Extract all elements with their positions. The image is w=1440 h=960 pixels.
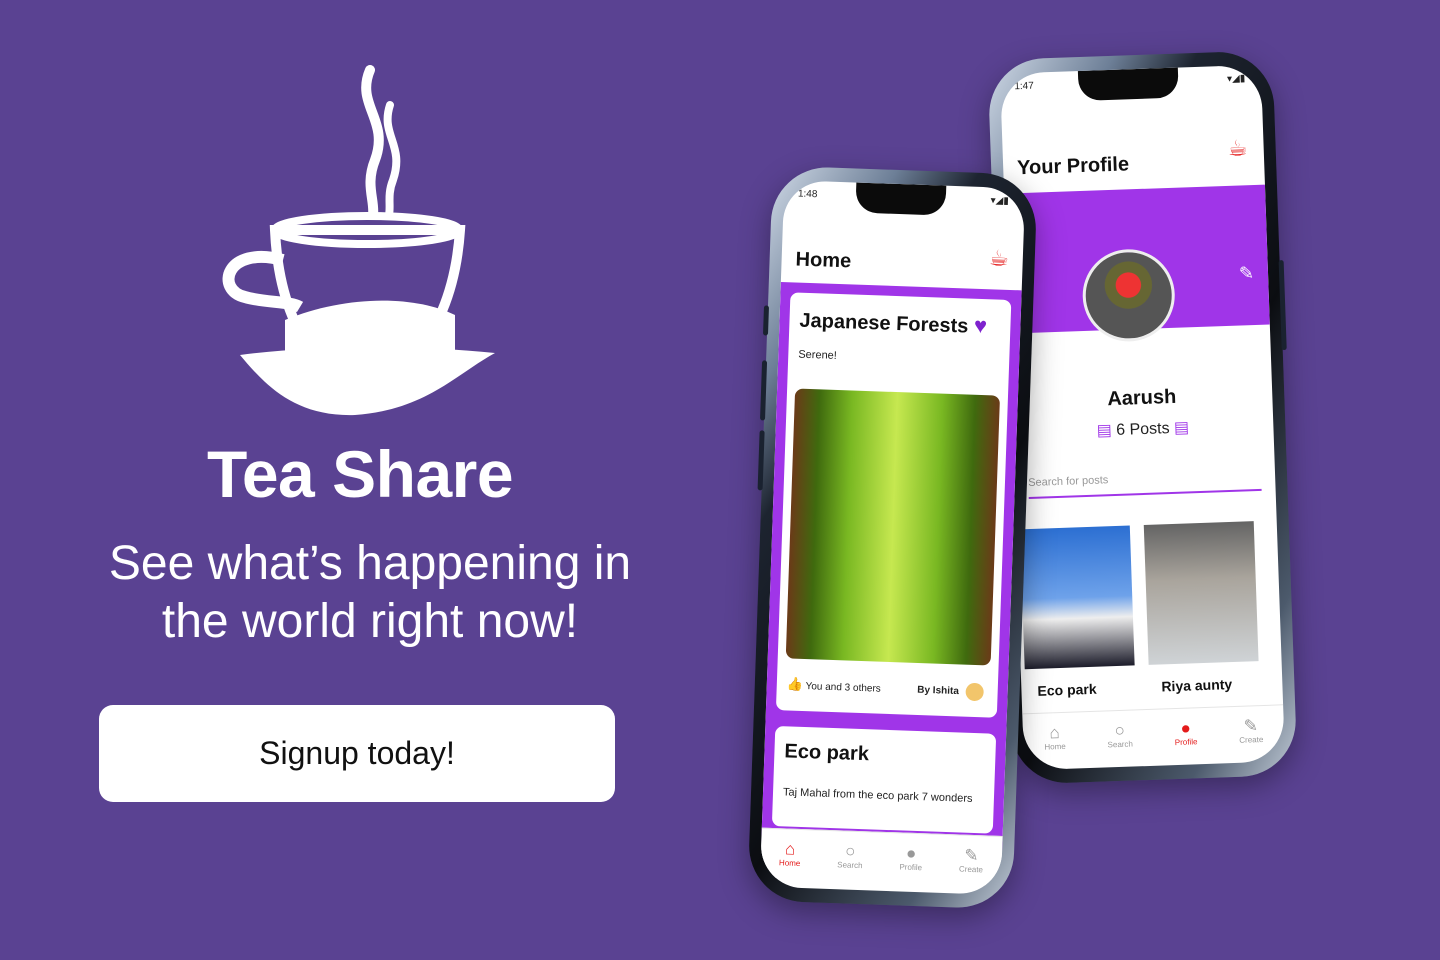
tea-share-brand-icon: ☕ bbox=[988, 245, 1010, 271]
post-thumbnail[interactable] bbox=[1019, 525, 1135, 670]
page-title: Your Profile bbox=[1016, 153, 1130, 180]
nav-label: Home bbox=[1044, 741, 1066, 752]
nav-label: Create bbox=[958, 864, 984, 875]
nav-label: Profile bbox=[1174, 737, 1198, 748]
tea-cup-logo bbox=[222, 65, 495, 416]
status-icons: ▾◢▮ bbox=[990, 195, 1009, 207]
profile-phone-mockup: 1:47 ▾◢▮ Your Profile ☕ ✎ Aarush ▤ 6 Pos… bbox=[987, 50, 1298, 785]
phone-notch bbox=[1077, 67, 1179, 102]
nav-item-search[interactable]: ○ Search bbox=[1107, 720, 1134, 750]
signup-button[interactable]: Signup today! bbox=[99, 705, 615, 802]
profile-icon: ● bbox=[1180, 718, 1192, 738]
post-subtitle: Serene! bbox=[798, 348, 838, 362]
posts-count: ▤ 6 Posts ▤ bbox=[1012, 414, 1274, 443]
post-image[interactable] bbox=[785, 388, 1001, 666]
post-title: Eco park bbox=[784, 740, 870, 766]
nav-label: Search bbox=[1107, 739, 1134, 750]
document-icon: ▤ bbox=[1173, 419, 1190, 437]
volume-up-button bbox=[760, 360, 768, 421]
nav-item-search[interactable]: ○ Search bbox=[837, 841, 863, 871]
user-name: Aarush bbox=[1107, 385, 1177, 411]
mute-switch bbox=[762, 305, 770, 336]
home-screen: 1:48 ▾◢▮ Home ☕ Japanese Forests ♥ Seren… bbox=[759, 180, 1026, 895]
nav-item-profile[interactable]: ● Profile bbox=[1174, 718, 1198, 748]
document-icon: ▤ bbox=[1096, 422, 1113, 440]
nav-label: Create bbox=[1239, 734, 1264, 745]
post-author: By Ishita bbox=[917, 681, 984, 702]
post-thumbnail[interactable] bbox=[1143, 521, 1259, 665]
create-icon: ✎ bbox=[963, 845, 979, 866]
post-caption: Eco park bbox=[1037, 680, 1097, 699]
nav-item-home[interactable]: ⌂ Home bbox=[1044, 723, 1066, 752]
search-icon: ○ bbox=[1114, 720, 1126, 741]
search-input[interactable]: Search for posts bbox=[1028, 468, 1262, 500]
post-title: Japanese Forests ♥ bbox=[799, 307, 987, 340]
page-title: Home bbox=[795, 248, 852, 273]
bottom-nav: ⌂ Home ○ Search ● Profile ✎ Create bbox=[760, 827, 1003, 886]
profile-icon: ● bbox=[905, 843, 917, 864]
author-avatar bbox=[965, 682, 984, 702]
nav-item-home[interactable]: ⌂ Home bbox=[778, 839, 801, 868]
volume-down-button bbox=[757, 430, 765, 491]
post-card[interactable]: Eco park Taj Mahal from the eco park 7 w… bbox=[771, 726, 997, 834]
power-button bbox=[1278, 259, 1287, 351]
status-time: 1:48 bbox=[797, 188, 818, 201]
post-card[interactable]: Japanese Forests ♥ Serene! 👍 You and 3 o… bbox=[775, 292, 1012, 718]
nav-label: Profile bbox=[899, 862, 923, 873]
tea-share-brand-icon: ☕ bbox=[1227, 135, 1249, 161]
edit-pencil-icon[interactable]: ✎ bbox=[1239, 263, 1255, 285]
phone-notch bbox=[855, 182, 947, 216]
post-title-text: Japanese Forests bbox=[799, 309, 969, 338]
home-icon: ⌂ bbox=[1049, 723, 1061, 743]
posts-count-label: 6 Posts bbox=[1115, 420, 1170, 439]
tagline: See what’s happening in the world right … bbox=[60, 535, 680, 651]
nav-item-create[interactable]: ✎ Create bbox=[958, 845, 984, 875]
tagline-line-1: See what’s happening in bbox=[108, 537, 632, 590]
bottom-nav: ⌂ Home ○ Search ● Profile ✎ Create bbox=[1022, 704, 1285, 764]
profile-screen: 1:47 ▾◢▮ Your Profile ☕ ✎ Aarush ▤ 6 Pos… bbox=[999, 64, 1286, 771]
author-text: By Ishita bbox=[917, 684, 960, 698]
status-icons: ▾◢▮ bbox=[1226, 73, 1246, 85]
likes-summary[interactable]: 👍 You and 3 others bbox=[787, 676, 882, 695]
create-icon: ✎ bbox=[1243, 716, 1259, 736]
post-subtitle: Taj Mahal from the eco park 7 wonders bbox=[782, 786, 973, 805]
post-caption: Riya aunty bbox=[1161, 676, 1233, 695]
nav-item-create[interactable]: ✎ Create bbox=[1239, 716, 1264, 745]
nav-item-profile[interactable]: ● Profile bbox=[899, 843, 923, 873]
status-time: 1:47 bbox=[1014, 80, 1035, 93]
search-icon: ○ bbox=[844, 841, 856, 861]
heart-icon: ♥ bbox=[973, 312, 988, 339]
likes-text: You and 3 others bbox=[805, 681, 881, 695]
app-title: Tea Share bbox=[206, 437, 514, 511]
nav-label: Search bbox=[837, 860, 863, 871]
home-phone-mockup: 1:48 ▾◢▮ Home ☕ Japanese Forests ♥ Seren… bbox=[747, 165, 1038, 910]
tagline-line-2: the world right now! bbox=[161, 595, 579, 648]
home-icon: ⌂ bbox=[784, 839, 796, 859]
nav-label: Home bbox=[778, 858, 801, 868]
thumbs-up-icon: 👍 bbox=[786, 676, 804, 692]
